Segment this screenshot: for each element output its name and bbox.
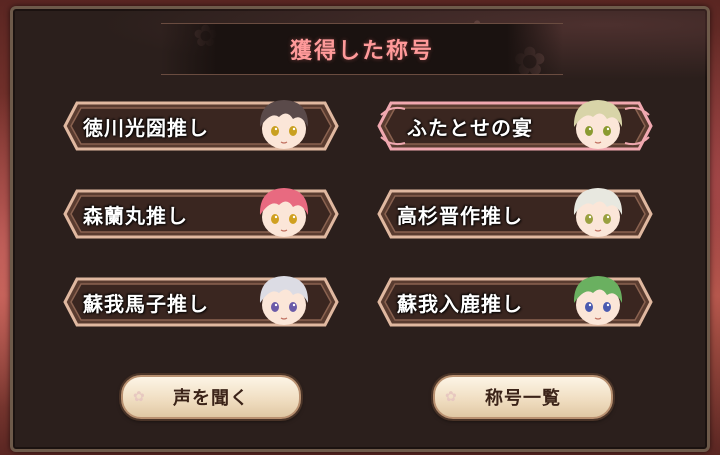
title-plate[interactable]: 高杉晋作推し: [377, 188, 653, 239]
title-plate-label: ふたとせの宴: [407, 115, 533, 140]
character-portrait-icon: [259, 188, 309, 237]
titles-panel: ✿ ✿ ✿ 獲得した称号 徳川光圀推しふたとせの宴森蘭丸推し高杉晋作推し蘇我馬子…: [10, 6, 710, 452]
listen-voice-button[interactable]: ✿ 声を聞く: [121, 375, 301, 419]
character-portrait-icon: [259, 276, 309, 325]
title-plate[interactable]: 蘇我入鹿推し: [377, 276, 653, 327]
title-plate-label: 徳川光圀推し: [83, 115, 209, 140]
petal-icon: ✿: [445, 389, 458, 405]
title-list-button[interactable]: ✿ 称号一覧: [433, 375, 613, 419]
title-list-label: 称号一覧: [485, 388, 561, 409]
character-portrait-icon: [573, 188, 623, 237]
panel-title: 獲得した称号: [289, 39, 434, 64]
title-plate-label: 高杉晋作推し: [397, 203, 523, 228]
title-plate[interactable]: ふたとせの宴: [377, 100, 653, 151]
title-plate-label: 蘇我入鹿推し: [397, 291, 523, 316]
character-portrait-icon: [573, 276, 623, 325]
title-plate[interactable]: 徳川光圀推し: [63, 100, 339, 151]
panel-header: 獲得した称号: [161, 23, 563, 75]
character-portrait-icon: [259, 100, 309, 149]
title-plate-label: 森蘭丸推し: [83, 203, 188, 228]
title-plate[interactable]: 森蘭丸推し: [63, 188, 339, 239]
petal-icon: ✿: [133, 389, 146, 405]
title-plate[interactable]: 蘇我馬子推し: [63, 276, 339, 327]
character-portrait-icon: [573, 100, 623, 149]
title-plate-label: 蘇我馬子推し: [83, 291, 209, 316]
listen-voice-label: 声を聞く: [173, 388, 249, 409]
